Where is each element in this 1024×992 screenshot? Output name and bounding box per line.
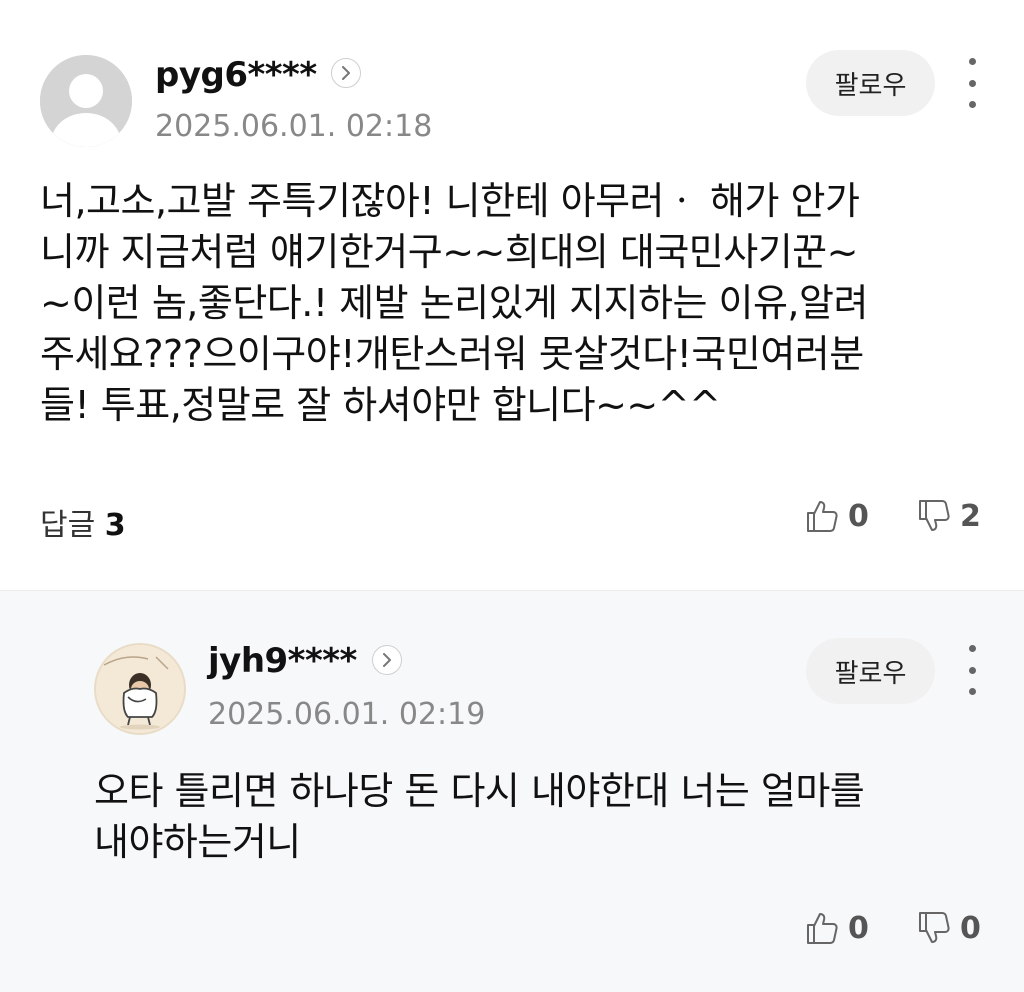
comment-text-line: ~이런 놈,좋단다.! 제발 논리있게 지지하는 이유,알려 <box>40 281 868 325</box>
reply-count-number: 3 <box>104 508 126 543</box>
dislike-button[interactable]: 0 <box>916 910 981 946</box>
like-button[interactable]: 0 <box>804 910 869 946</box>
comment-text-line: 니까 지금처럼 얘기한거구~~희대의 대국민사기꾼~ <box>40 230 858 274</box>
thumbs-up-icon <box>807 501 838 532</box>
comment-timestamp: 2025.06.01. 02:18 <box>155 109 433 144</box>
dislike-count: 0 <box>960 910 981 946</box>
cartoon-person-avatar-icon[interactable] <box>94 643 186 735</box>
profile-chevron-right-icon[interactable] <box>331 58 361 88</box>
like-count: 0 <box>848 910 869 946</box>
reply-timestamp: 2025.06.01. 02:19 <box>208 697 486 732</box>
default-user-avatar-icon[interactable] <box>40 55 132 147</box>
thumbs-down-icon <box>919 912 950 943</box>
comment-item: pyg6**** 2025.06.01. 02:18 팔로우 너,고소,고발 주… <box>0 0 1024 590</box>
comment-text: 너,고소,고발 주특기잖아! 니한테 아무러ㆍ 해가 안가 니까 지금처럼 얘기… <box>40 176 990 431</box>
comment-text-line: 주세요???으이구야!개탄스러워 못살것다!국민여러분 <box>40 332 864 376</box>
more-options-icon[interactable] <box>962 645 982 695</box>
reply-label: 답글 <box>40 508 96 543</box>
dislike-count: 2 <box>960 498 981 534</box>
profile-chevron-right-icon[interactable] <box>372 645 402 675</box>
follow-button[interactable]: 팔로우 <box>806 638 935 704</box>
reply-text: 오타 틀리면 하나당 돈 다시 내야한대 너는 얼마를 내야하는거니 <box>94 766 994 868</box>
like-button[interactable]: 0 <box>804 498 869 534</box>
more-options-icon[interactable] <box>962 58 982 108</box>
dislike-button[interactable]: 2 <box>916 498 981 534</box>
reply-text-line: 내야하는거니 <box>94 820 301 864</box>
reply-count-button[interactable]: 답글 3 <box>40 500 126 544</box>
reply-username[interactable]: jyh9**** <box>208 641 357 681</box>
like-count: 0 <box>848 498 869 534</box>
follow-button[interactable]: 팔로우 <box>806 50 935 116</box>
comment-text-line: 들! 투표,정말로 잘 하셔야만 합니다~~^^ <box>40 383 721 427</box>
comment-username[interactable]: pyg6**** <box>155 55 317 95</box>
thumbs-up-icon <box>807 913 838 944</box>
thumbs-down-icon <box>919 500 950 531</box>
comment-text-line: 너,고소,고발 주특기잖아! 니한테 아무러ㆍ 해가 안가 <box>40 179 860 223</box>
reply-text-line: 오타 틀리면 하나당 돈 다시 내야한대 너는 얼마를 <box>94 769 865 813</box>
